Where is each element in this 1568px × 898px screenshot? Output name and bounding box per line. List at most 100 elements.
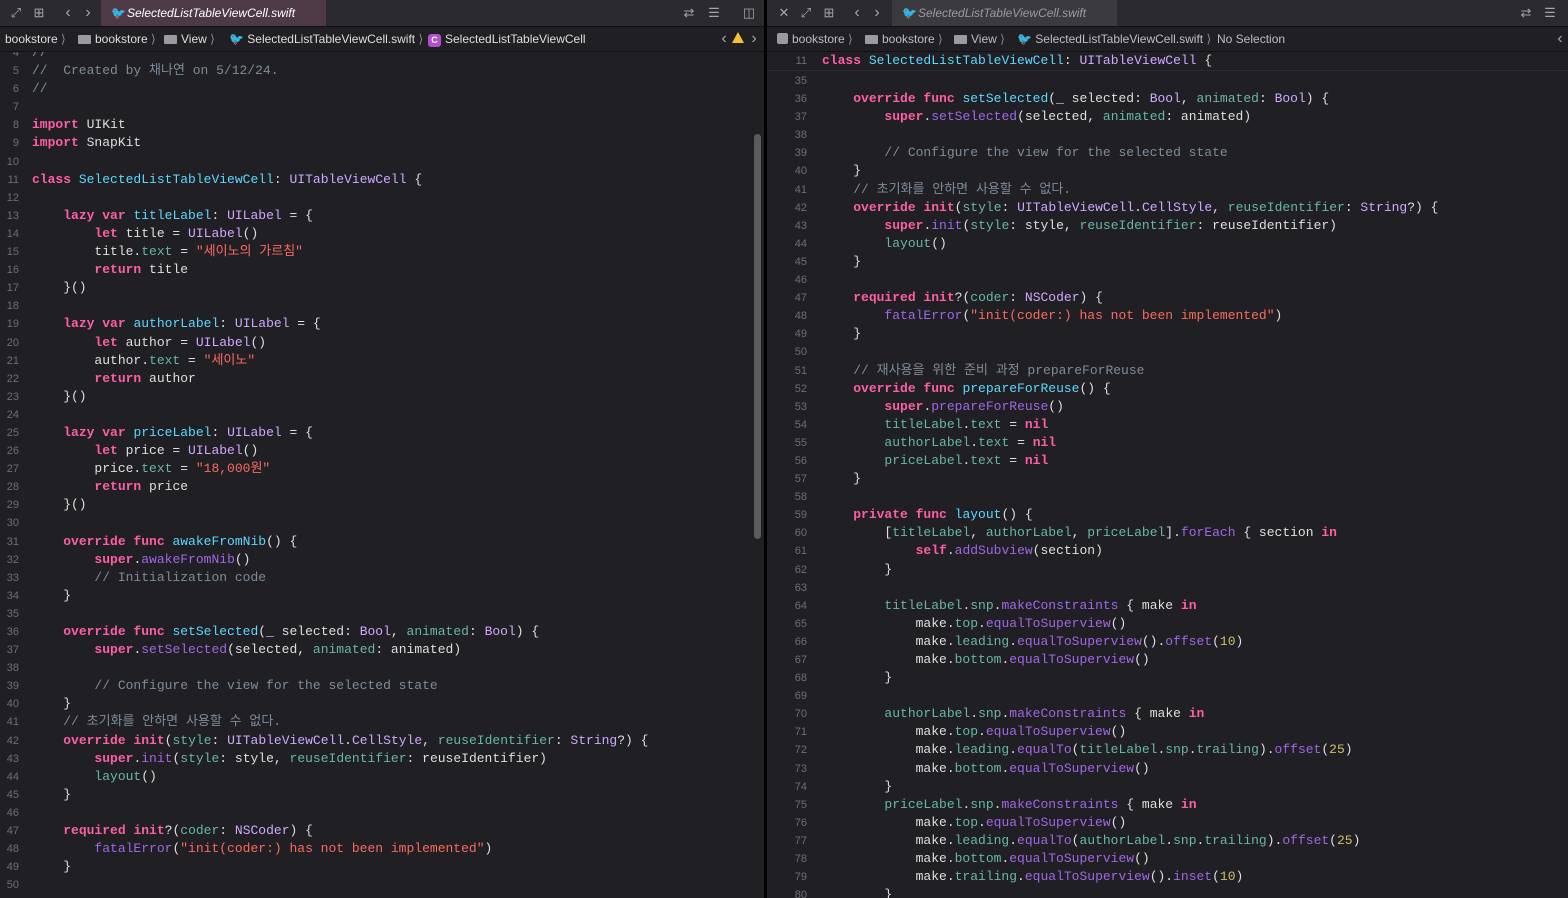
code-line[interactable]: 6 // (0, 80, 764, 98)
breadcrumb-project[interactable]: bookstore ⟩ (777, 27, 853, 51)
code-line[interactable]: 41 // 초기화를 안하면 사용할 수 없다. (767, 181, 1568, 199)
code-line[interactable]: 20 let author = UILabel() (0, 334, 764, 352)
code-line[interactable]: 26 let price = UILabel() (0, 442, 764, 460)
breadcrumb-file[interactable]: 🐦 SelectedListTableViewCell.swift ⟩ (229, 27, 423, 51)
code-line[interactable]: 24 (0, 406, 764, 424)
code-line[interactable]: 35 (0, 605, 764, 623)
tab-selected-list-cell-swift[interactable]: 🐦 SelectedListTableViewCell.swift (101, 0, 326, 26)
code-line[interactable]: 37 super.setSelected(selected, animated:… (767, 108, 1568, 126)
back-arrow-icon[interactable]: ‹ (60, 4, 76, 22)
code-line[interactable]: 33 // Initialization code (0, 569, 764, 587)
code-line[interactable]: 12 (0, 189, 764, 207)
code-line[interactable]: 45 } (767, 253, 1568, 271)
code-line[interactable]: 22 return author (0, 370, 764, 388)
grid-icon[interactable]: ⊞ (31, 4, 47, 22)
code-line[interactable]: 42 override init(style: UITableViewCell.… (767, 199, 1568, 217)
code-line[interactable]: 67 make.bottom.equalToSuperview() (767, 651, 1568, 669)
next-issue-icon[interactable]: › (746, 30, 762, 48)
breadcrumb-group[interactable]: bookstore ⟩ (865, 27, 943, 51)
warning-icon[interactable] (732, 32, 744, 43)
code-line[interactable]: 47 required init?(coder: NSCoder) { (767, 289, 1568, 307)
code-line[interactable]: 75 priceLabel.snp.makeConstraints { make… (767, 796, 1568, 814)
breadcrumb-symbol[interactable]: C SelectedListTableViewCell (428, 27, 586, 51)
related-items-icon[interactable]: ⇄ (1518, 4, 1534, 22)
editor-options-icon[interactable]: ☰ (1542, 4, 1558, 22)
code-line[interactable]: 55 authorLabel.text = nil (767, 434, 1568, 452)
code-line[interactable]: 37 super.setSelected(selected, animated:… (0, 641, 764, 659)
expand-icon[interactable]: ⤢ (8, 4, 24, 22)
code-line[interactable]: 4 // (0, 52, 764, 62)
code-line[interactable]: 44 layout() (0, 768, 764, 786)
code-line[interactable]: 30 (0, 514, 764, 532)
code-line[interactable]: 48 fatalError("init(coder:) has not been… (767, 307, 1568, 325)
code-line[interactable]: 18 (0, 297, 764, 315)
code-line[interactable]: 13 lazy var titleLabel: UILabel = { (0, 207, 764, 225)
code-line[interactable]: 76 make.top.equalToSuperview() (767, 814, 1568, 832)
code-line[interactable]: 25 lazy var priceLabel: UILabel = { (0, 424, 764, 442)
code-line[interactable]: 32 super.awakeFromNib() (0, 551, 764, 569)
code-line[interactable]: 39 // Configure the view for the selecte… (0, 677, 764, 695)
code-line[interactable]: 80 } (767, 886, 1568, 898)
code-line[interactable]: 52 override func prepareForReuse() { (767, 380, 1568, 398)
code-line[interactable]: 47 required init?(coder: NSCoder) { (0, 822, 764, 840)
editor-options-icon[interactable]: ☰ (706, 4, 722, 22)
close-icon[interactable]: ✕ (776, 4, 792, 22)
code-line[interactable]: 43 super.init(style: style, reuseIdentif… (767, 217, 1568, 235)
code-line[interactable]: 15 title.text = "세이노의 가르침" (0, 243, 764, 261)
code-line[interactable]: 11 class SelectedListTableViewCell: UITab… (767, 52, 1568, 70)
code-line[interactable]: 29 }() (0, 496, 764, 514)
code-line[interactable]: 61 self.addSubview(section) (767, 542, 1568, 560)
code-line[interactable]: 28 return price (0, 478, 764, 496)
code-line[interactable]: 71 make.top.equalToSuperview() (767, 723, 1568, 741)
split-editor-icon[interactable]: ◫ (741, 4, 757, 22)
expand-icon[interactable]: ⤢ (798, 4, 814, 22)
right-code-editor[interactable]: 35 36 override func setSelected(_ selecte… (767, 52, 1568, 898)
code-line[interactable]: 51 // 재사용을 위한 준비 과정 prepareForReuse (767, 362, 1568, 380)
code-line[interactable]: 53 super.prepareForReuse() (767, 398, 1568, 416)
left-code-editor[interactable]: 4 // 5 // Created by 채나연 on 5/12/24. 6 // 7 8 im… (0, 52, 764, 898)
code-line[interactable]: 17 }() (0, 279, 764, 297)
code-line[interactable]: 27 price.text = "18,000원" (0, 460, 764, 478)
code-line[interactable]: 21 author.text = "세이노" (0, 352, 764, 370)
previous-issue-icon[interactable]: ‹ (1552, 30, 1568, 48)
code-line[interactable]: 64 titleLabel.snp.makeConstraints { make… (767, 597, 1568, 615)
code-line[interactable]: 68 } (767, 669, 1568, 687)
code-line[interactable]: 41 // 초기화를 안하면 사용할 수 없다. (0, 713, 764, 731)
code-line[interactable]: 39 // Configure the view for the selecte… (767, 144, 1568, 162)
code-line[interactable]: 23 }() (0, 388, 764, 406)
code-line[interactable]: 62 } (767, 561, 1568, 579)
code-line[interactable]: 10 (0, 153, 764, 171)
code-line[interactable]: 50 (767, 343, 1568, 361)
code-line[interactable]: 72 make.leading.equalTo(titleLabel.snp.t… (767, 741, 1568, 759)
code-line[interactable]: 16 return title (0, 261, 764, 279)
code-line[interactable]: 57 } (767, 470, 1568, 488)
code-line[interactable]: 46 (767, 271, 1568, 289)
code-line[interactable]: 42 override init(style: UITableViewCell.… (0, 732, 764, 750)
code-line[interactable]: 40 } (0, 695, 764, 713)
code-line[interactable]: 73 make.bottom.equalToSuperview() (767, 760, 1568, 778)
code-line[interactable]: 14 let title = UILabel() (0, 225, 764, 243)
code-line[interactable]: 11 class SelectedListTableViewCell: UITab… (0, 171, 764, 189)
code-line[interactable]: 43 super.init(style: style, reuseIdentif… (0, 750, 764, 768)
back-arrow-icon[interactable]: ‹ (849, 4, 865, 22)
previous-issue-icon[interactable]: ‹ (716, 30, 732, 48)
code-line[interactable]: 49 } (0, 858, 764, 876)
code-line[interactable]: 54 titleLabel.text = nil (767, 416, 1568, 434)
code-line[interactable]: 66 make.leading.equalToSuperview().offse… (767, 633, 1568, 651)
code-line[interactable]: 59 private func layout() { (767, 506, 1568, 524)
code-line[interactable]: 74 } (767, 778, 1568, 796)
breadcrumb-group[interactable]: bookstore ⟩ (78, 27, 156, 51)
breadcrumb-file[interactable]: 🐦 SelectedListTableViewCell.swift ⟩ (1017, 27, 1211, 51)
code-line[interactable]: 65 make.top.equalToSuperview() (767, 615, 1568, 633)
forward-arrow-icon[interactable]: › (869, 4, 885, 22)
code-line[interactable]: 9 import SnapKit (0, 134, 764, 152)
code-line[interactable]: 46 (0, 804, 764, 822)
code-line[interactable]: 36 override func setSelected(_ selected:… (0, 623, 764, 641)
code-line[interactable]: 5 // Created by 채나연 on 5/12/24. (0, 62, 764, 80)
forward-arrow-icon[interactable]: › (80, 4, 96, 22)
related-items-icon[interactable]: ⇄ (681, 4, 697, 22)
code-line[interactable]: 78 make.bottom.equalToSuperview() (767, 850, 1568, 868)
breadcrumb-view-folder[interactable]: View ⟩ (954, 27, 1005, 51)
code-line[interactable]: 49 } (767, 325, 1568, 343)
code-line[interactable]: 38 (0, 659, 764, 677)
